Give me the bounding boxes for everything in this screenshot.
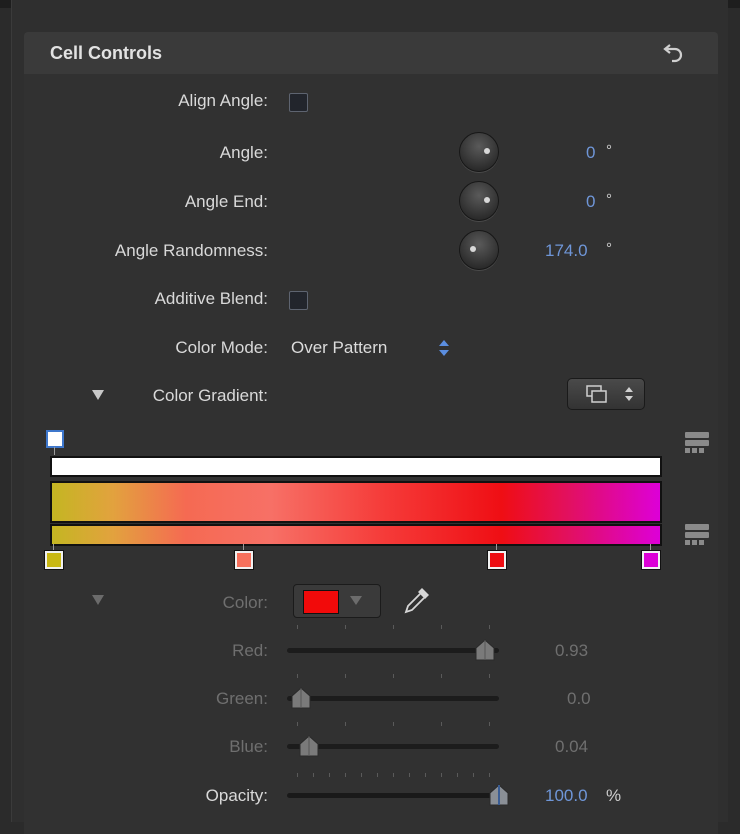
panel-body bbox=[24, 74, 718, 834]
angle-randomness-label: Angle Randomness: bbox=[114, 241, 268, 260]
angle-end-value[interactable]: 0 bbox=[586, 192, 595, 212]
color-mode-label: Color Mode: bbox=[175, 338, 268, 357]
color-gradient-preview[interactable] bbox=[50, 481, 662, 523]
angle-randomness-dial[interactable] bbox=[459, 230, 499, 270]
panel-header: Cell Controls bbox=[24, 32, 718, 75]
color-gradient-label: Color Gradient: bbox=[152, 386, 268, 405]
green-label: Green: bbox=[216, 689, 268, 708]
opacity-gradient-menu-icon[interactable] bbox=[685, 432, 709, 453]
angle-end-unit: ° bbox=[606, 191, 612, 208]
color-stop-tag[interactable] bbox=[487, 550, 507, 570]
opacity-ticks bbox=[297, 773, 497, 779]
angle-value[interactable]: 0 bbox=[586, 143, 595, 163]
opacity-value[interactable]: 100.0 bbox=[545, 786, 588, 806]
panel-title: Cell Controls bbox=[50, 43, 163, 63]
opacity-gradient-bar[interactable] bbox=[50, 456, 662, 477]
angle-label: Angle: bbox=[219, 143, 268, 162]
angle-end-dial[interactable] bbox=[459, 181, 499, 221]
green-ticks bbox=[297, 674, 497, 680]
red-ticks bbox=[297, 625, 497, 631]
angle-unit: ° bbox=[606, 142, 612, 159]
color-stop-tag[interactable] bbox=[234, 550, 254, 570]
disclosure-triangle-icon[interactable] bbox=[92, 595, 104, 605]
opacity-stop-line bbox=[54, 447, 55, 455]
blue-label: Blue: bbox=[229, 737, 268, 756]
color-label: Color: bbox=[222, 593, 268, 612]
gradient-preset-icon bbox=[586, 385, 607, 403]
opacity-slider-track[interactable] bbox=[287, 793, 499, 798]
opacity-unit: % bbox=[606, 786, 622, 805]
align-angle-checkbox[interactable] bbox=[289, 93, 308, 112]
color-gradient-bar[interactable] bbox=[50, 524, 662, 546]
opacity-label: Opacity: bbox=[205, 786, 268, 805]
chevron-down-icon bbox=[350, 596, 362, 605]
opacity-slider-thumb[interactable] bbox=[488, 784, 510, 806]
angle-dial[interactable] bbox=[459, 132, 499, 172]
up-down-stepper-icon[interactable] bbox=[438, 339, 450, 357]
green-value[interactable]: 0.0 bbox=[567, 689, 591, 709]
color-swatch bbox=[303, 590, 339, 614]
green-slider-track[interactable] bbox=[287, 696, 499, 701]
color-stop-tag[interactable] bbox=[641, 550, 661, 570]
disclosure-triangle-icon[interactable] bbox=[92, 390, 104, 400]
red-label: Red: bbox=[232, 641, 268, 660]
angle-end-label: Angle End: bbox=[184, 192, 268, 211]
gradient-preset-button[interactable] bbox=[567, 378, 645, 410]
opacity-stop-tag[interactable] bbox=[46, 430, 64, 448]
additive-blend-label: Additive Blend: bbox=[154, 289, 268, 308]
blue-ticks bbox=[297, 722, 497, 728]
green-slider-thumb[interactable] bbox=[290, 687, 312, 709]
red-slider-track[interactable] bbox=[287, 648, 499, 653]
angle-randomness-unit: ° bbox=[606, 240, 612, 257]
blue-slider-thumb[interactable] bbox=[298, 735, 320, 757]
color-gradient-menu-icon[interactable] bbox=[685, 524, 709, 545]
angle-randomness-value[interactable]: 174.0 bbox=[545, 241, 588, 261]
color-swatch-button[interactable] bbox=[293, 584, 381, 618]
red-slider-thumb[interactable] bbox=[474, 639, 496, 661]
color-mode-popup[interactable]: Over Pattern bbox=[291, 338, 387, 358]
red-value[interactable]: 0.93 bbox=[555, 641, 588, 661]
color-stop-tag[interactable] bbox=[44, 550, 64, 570]
additive-blend-checkbox[interactable] bbox=[289, 291, 308, 310]
blue-value[interactable]: 0.04 bbox=[555, 737, 588, 757]
up-down-stepper-icon bbox=[625, 387, 633, 401]
eyedropper-icon[interactable] bbox=[402, 585, 432, 615]
reset-arrow-icon[interactable] bbox=[662, 40, 686, 64]
align-angle-label: Align Angle: bbox=[178, 91, 268, 110]
